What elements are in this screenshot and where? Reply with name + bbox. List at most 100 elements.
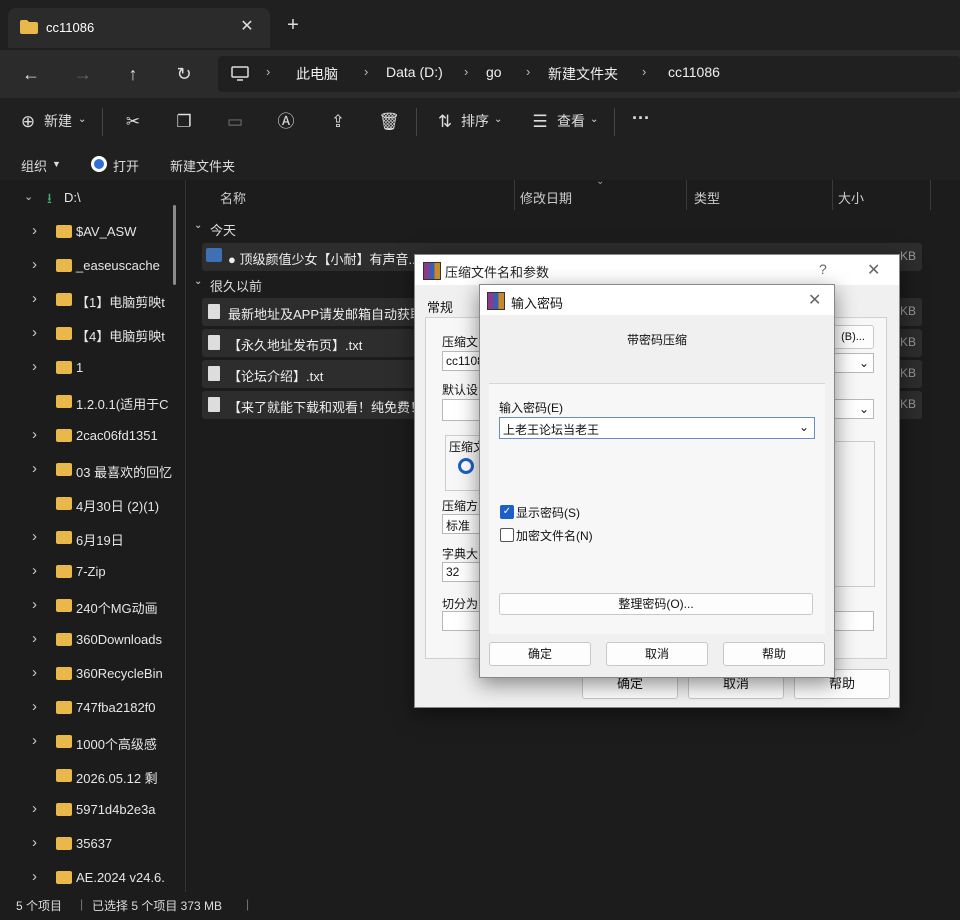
breadcrumb-new-folder[interactable]: 新建文件夹	[548, 64, 618, 84]
add-icon[interactable]: ⊕	[16, 110, 40, 134]
delete-icon[interactable]: 🗑	[377, 110, 401, 134]
dialog-titlebar[interactable]: 压缩文件名和参数 ? ✕	[415, 255, 899, 285]
sidebar-item[interactable]: 4月30日 (2)(1)	[0, 488, 186, 522]
sidebar-item-drive-d[interactable]: ⌄ ⭳ D:\	[0, 182, 186, 216]
sort-icon[interactable]: ⇅	[433, 110, 457, 134]
view-button[interactable]: 查看	[557, 111, 585, 131]
paste-icon[interactable]: ▭	[223, 110, 247, 134]
chevron-right-icon[interactable]: ›	[32, 834, 44, 851]
browse-button[interactable]: (B)...	[832, 325, 874, 349]
encrypt-filenames-label[interactable]: 加密文件名(N)	[516, 527, 593, 544]
archive-name-input[interactable]: cc1108	[442, 351, 484, 371]
split-volume-unit[interactable]	[832, 611, 874, 631]
chevron-right-icon[interactable]: ›	[32, 256, 44, 273]
sidebar-item[interactable]: › 7-Zip	[0, 556, 186, 590]
rename-icon[interactable]: Ⓐ	[274, 110, 298, 134]
chevron-right-icon[interactable]: ›	[32, 358, 44, 375]
open-icon[interactable]	[90, 155, 108, 173]
sidebar-item[interactable]: › 240个MG动画	[0, 590, 186, 624]
organize-passwords-button[interactable]: 整理密码(O)...	[499, 593, 813, 615]
chevron-right-icon[interactable]: ›	[32, 596, 44, 613]
open-button[interactable]: 打开	[113, 156, 139, 175]
chevron-right-icon[interactable]: ›	[32, 732, 44, 749]
chevron-down-icon[interactable]: ⌄	[194, 276, 202, 287]
sidebar-item[interactable]: 2026.05.12 剩	[0, 760, 186, 794]
format-radio[interactable]	[458, 458, 474, 474]
new-button[interactable]: 新建	[44, 111, 72, 131]
sidebar-item[interactable]: › $AV_ASW	[0, 216, 186, 250]
tab-close-icon[interactable]: ✕	[236, 16, 258, 38]
forward-icon[interactable]: →	[70, 61, 96, 87]
show-password-label[interactable]: 显示密码(S)	[516, 504, 580, 521]
chevron-right-icon[interactable]: ›	[32, 562, 44, 579]
chevron-right-icon[interactable]: ›	[32, 528, 44, 545]
sidebar-item[interactable]: › 2cac06fd1351	[0, 420, 186, 454]
sidebar-item[interactable]: › 747fba2182f0	[0, 692, 186, 726]
chevron-right-icon[interactable]: ›	[32, 664, 44, 681]
chevron-right-icon[interactable]: ›	[32, 460, 44, 477]
copy-icon[interactable]: ❐	[172, 110, 196, 134]
back-icon[interactable]: ←	[18, 61, 44, 87]
close-icon[interactable]: ✕	[867, 260, 880, 280]
chevron-right-icon[interactable]: ›	[32, 698, 44, 715]
share-icon[interactable]: ⇪	[326, 110, 350, 134]
show-password-checkbox[interactable]: ✓	[500, 505, 514, 519]
sidebar-item[interactable]: › 1000个高级感	[0, 726, 186, 760]
tab-cc11086[interactable]: cc11086 ✕	[8, 8, 270, 48]
chevron-down-icon[interactable]: ⌄	[194, 220, 202, 231]
refresh-icon[interactable]: ↻	[171, 61, 197, 87]
address-bar[interactable]: › 此电脑 › Data (D:) › go › 新建文件夹 › cc11086	[218, 56, 960, 92]
update-mode-select[interactable]: ⌄	[832, 353, 874, 373]
sidebar-item[interactable]: › 6月19日	[0, 522, 186, 556]
sidebar-item[interactable]: 1.2.0.1(适用于C	[0, 386, 186, 420]
group-long-ago[interactable]: 很久以前	[210, 276, 262, 295]
sidebar-item[interactable]: › 35637	[0, 828, 186, 862]
password-input[interactable]: 上老王论坛当老王 ⌄	[499, 417, 815, 439]
breadcrumb-cc11086[interactable]: cc11086	[668, 64, 720, 80]
column-separator[interactable]	[686, 180, 687, 210]
chevron-right-icon[interactable]: ›	[32, 426, 44, 443]
up-icon[interactable]: ↑	[120, 61, 146, 87]
new-tab-button[interactable]: +	[282, 15, 304, 37]
column-separator[interactable]	[514, 180, 515, 210]
sidebar-item[interactable]: › 5971d4b2e3a	[0, 794, 186, 828]
sidebar-item[interactable]: › 360Downloads	[0, 624, 186, 658]
column-name[interactable]: 名称	[220, 188, 246, 207]
chevron-right-icon[interactable]: ›	[32, 324, 44, 341]
chevron-down-icon[interactable]: ⌄	[24, 190, 36, 203]
breadcrumb-this-pc[interactable]: 此电脑	[296, 64, 338, 84]
chevron-right-icon[interactable]: ›	[32, 222, 44, 239]
breadcrumb-drive-d[interactable]: Data (D:)	[386, 64, 443, 80]
sidebar-item[interactable]: › 360RecycleBin	[0, 658, 186, 692]
sidebar-item[interactable]: › 【4】电脑剪映t	[0, 318, 186, 352]
options-select[interactable]: ⌄	[832, 399, 874, 419]
pane-divider[interactable]	[185, 180, 186, 892]
split-volume-input[interactable]	[442, 611, 484, 631]
column-separator[interactable]	[832, 180, 833, 210]
chevron-right-icon[interactable]: ›	[32, 290, 44, 307]
cut-icon[interactable]: ✂	[121, 110, 145, 134]
chevron-right-icon[interactable]: ›	[32, 800, 44, 817]
profile-button[interactable]	[442, 399, 484, 421]
ok-button[interactable]: 确定	[489, 642, 591, 666]
sidebar-item[interactable]: › 【1】电脑剪映t	[0, 284, 186, 318]
new-folder-button[interactable]: 新建文件夹	[170, 156, 235, 175]
help-question-icon[interactable]: ?	[819, 261, 827, 277]
view-icon[interactable]: ☰	[528, 110, 552, 134]
chevron-right-icon[interactable]: ›	[32, 868, 44, 885]
more-options-icon[interactable]: ···	[632, 108, 650, 129]
tab-general[interactable]: 常规	[427, 297, 453, 316]
chevron-down-icon[interactable]: ⌄	[799, 420, 809, 434]
column-type[interactable]: 类型	[694, 188, 720, 207]
close-icon[interactable]: ✕	[808, 290, 821, 310]
dialog-titlebar[interactable]: 输入密码 ✕	[480, 285, 834, 315]
group-today[interactable]: 今天	[210, 220, 236, 239]
sidebar-item[interactable]: › AE.2024 v24.6.	[0, 862, 186, 892]
sidebar-item[interactable]: › 03 最喜欢的回忆	[0, 454, 186, 488]
breadcrumb-go[interactable]: go	[486, 64, 502, 80]
sidebar-scrollbar[interactable]	[173, 205, 176, 285]
compression-method-select[interactable]: 标准	[442, 514, 484, 534]
sidebar-item[interactable]: › _easeuscache	[0, 250, 186, 284]
column-size[interactable]: 大小	[838, 188, 864, 207]
organize-menu[interactable]: 组织	[21, 156, 47, 175]
